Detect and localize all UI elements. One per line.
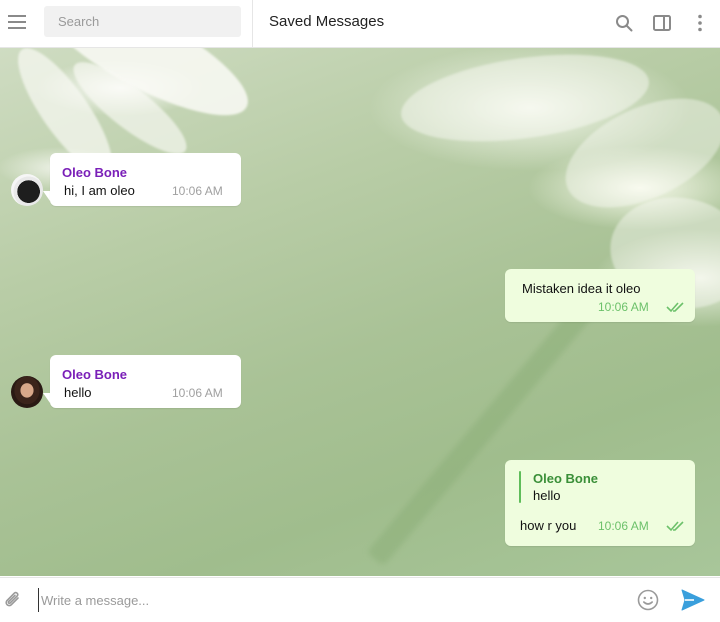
message-bubble-incoming[interactable]: Oleo Bone hello 10:06 AM — [50, 355, 241, 408]
sidebar-toggle-button[interactable] — [650, 11, 674, 35]
message-text: Mistaken idea it oleo — [522, 281, 641, 296]
message-bubble-incoming[interactable]: Oleo Bone hi, I am oleo 10:06 AM — [50, 153, 241, 206]
menu-button[interactable] — [0, 0, 34, 44]
message-input[interactable] — [38, 588, 623, 612]
search-button[interactable] — [612, 11, 636, 35]
reply-bar — [519, 471, 521, 503]
chat-title: Saved Messages — [269, 13, 385, 30]
message-bubble-outgoing[interactable]: Mistaken idea it oleo 10:06 AM — [505, 269, 695, 322]
send-icon — [681, 589, 705, 611]
emoji-button[interactable] — [635, 587, 661, 613]
read-check-icon — [666, 302, 684, 313]
sender-name[interactable]: Oleo Bone — [62, 165, 127, 180]
bubble-tail — [43, 393, 50, 403]
top-bar: Saved Messages — [0, 0, 720, 48]
message-time: 10:06 AM — [172, 386, 223, 400]
avatar[interactable] — [11, 174, 43, 206]
message-bubble-outgoing[interactable]: Oleo Bone hello how r you 10:06 AM — [505, 460, 695, 546]
message-text: hello — [64, 385, 92, 400]
bubble-tail — [694, 314, 704, 321]
message-time: 10:06 AM — [172, 184, 223, 198]
avatar[interactable] — [11, 376, 43, 408]
message-text: hi, I am oleo — [64, 183, 135, 198]
message-composer — [0, 577, 720, 622]
read-check-icon — [666, 521, 684, 532]
menu-icon — [8, 15, 26, 29]
reply-text: hello — [533, 488, 561, 503]
search-icon — [616, 15, 633, 32]
panel-divider — [252, 0, 253, 47]
sender-name[interactable]: Oleo Bone — [62, 367, 127, 382]
message-time: 10:06 AM — [598, 519, 649, 533]
bubble-tail — [694, 538, 704, 545]
chat-history[interactable]: Oleo Bone hi, I am oleo 10:06 AM Mistake… — [0, 48, 720, 576]
message-time: 10:06 AM — [598, 300, 649, 314]
more-vertical-icon — [698, 14, 702, 32]
emoji-icon — [637, 589, 659, 611]
search-input[interactable] — [44, 6, 241, 37]
attach-button[interactable] — [0, 587, 26, 613]
bubble-tail — [43, 191, 50, 201]
send-button[interactable] — [680, 587, 706, 613]
sidebar-toggle-icon — [653, 15, 671, 31]
reply-sender-name[interactable]: Oleo Bone — [533, 471, 598, 486]
paperclip-icon — [5, 591, 19, 607]
more-button[interactable] — [688, 11, 712, 35]
message-text: how r you — [520, 518, 577, 533]
